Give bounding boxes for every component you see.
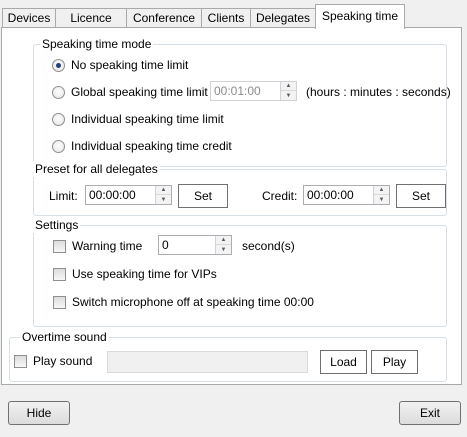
mic-off-checkbox[interactable] bbox=[53, 296, 66, 309]
warning-time-spinner[interactable]: ▲ ▼ bbox=[215, 236, 231, 254]
spin-up-icon[interactable]: ▲ bbox=[374, 186, 389, 195]
spin-down-icon[interactable]: ▼ bbox=[374, 195, 389, 204]
warning-time-value: 0 bbox=[162, 238, 169, 252]
time-units-label: (hours : minutes : seconds) bbox=[306, 85, 451, 99]
tab-strip: Devices Licence Conference Clients Deleg… bbox=[0, 4, 467, 29]
warning-time-unit: second(s) bbox=[242, 239, 295, 253]
credit-label: Credit: bbox=[262, 189, 298, 203]
limit-label: Limit: bbox=[49, 189, 78, 203]
set-limit-button[interactable]: Set bbox=[178, 184, 228, 208]
play-sound-checkbox[interactable] bbox=[14, 355, 27, 368]
tab-licence[interactable]: Licence bbox=[55, 8, 127, 28]
overtime-sound-group: Overtime sound Play sound Load Play bbox=[9, 329, 447, 382]
credit-spinner[interactable]: ▲ ▼ bbox=[373, 186, 389, 204]
radio-no-limit-label: No speaking time limit bbox=[71, 58, 189, 72]
preset-group: Preset for all delegates Limit: 00:00:00… bbox=[33, 161, 447, 216]
radio-global-limit-label: Global speaking time limit bbox=[71, 85, 208, 99]
radio-no-limit[interactable] bbox=[52, 59, 65, 72]
radio-individual-credit[interactable] bbox=[52, 140, 65, 153]
global-limit-spinner[interactable]: ▲ ▼ bbox=[280, 82, 296, 100]
spin-down-icon[interactable]: ▼ bbox=[156, 195, 171, 204]
warning-time-label: Warning time bbox=[72, 239, 143, 253]
set-credit-button[interactable]: Set bbox=[396, 184, 446, 208]
spin-up-icon[interactable]: ▲ bbox=[281, 82, 296, 91]
radio-individual-limit-label: Individual speaking time limit bbox=[71, 112, 224, 126]
limit-spinner[interactable]: ▲ ▼ bbox=[155, 186, 171, 204]
settings-group: Settings Warning time 0 ▲ ▼ second(s) Us… bbox=[33, 217, 447, 327]
radio-global-limit[interactable] bbox=[52, 86, 65, 99]
speaking-time-mode-group: Speaking time mode No speaking time limi… bbox=[33, 36, 451, 167]
limit-value: 00:00:00 bbox=[89, 188, 136, 202]
speaking-time-page: Speaking time mode No speaking time limi… bbox=[1, 27, 462, 385]
warning-time-input[interactable]: 0 ▲ ▼ bbox=[158, 235, 232, 255]
tab-delegates[interactable]: Delegates bbox=[250, 8, 316, 28]
play-button[interactable]: Play bbox=[371, 350, 418, 374]
speaking-time-mode-title: Speaking time mode bbox=[40, 36, 154, 52]
mic-off-label: Switch microphone off at speaking time 0… bbox=[72, 295, 314, 309]
global-limit-value: 00:01:00 bbox=[214, 84, 261, 98]
spin-up-icon[interactable]: ▲ bbox=[156, 186, 171, 195]
vip-checkbox[interactable] bbox=[53, 268, 66, 281]
sound-file-display bbox=[107, 351, 308, 373]
vip-label: Use speaking time for VIPs bbox=[72, 267, 217, 281]
tab-conference[interactable]: Conference bbox=[126, 8, 202, 28]
credit-value: 00:00:00 bbox=[307, 188, 354, 202]
spin-down-icon[interactable]: ▼ bbox=[281, 91, 296, 100]
spin-up-icon[interactable]: ▲ bbox=[216, 236, 231, 245]
radio-individual-limit[interactable] bbox=[52, 113, 65, 126]
hide-button[interactable]: Hide bbox=[8, 401, 70, 425]
play-sound-label: Play sound bbox=[33, 354, 93, 368]
preset-title: Preset for all delegates bbox=[33, 161, 160, 177]
warning-time-checkbox[interactable] bbox=[53, 240, 66, 253]
exit-button[interactable]: Exit bbox=[399, 401, 461, 425]
limit-input[interactable]: 00:00:00 ▲ ▼ bbox=[85, 185, 172, 205]
tab-devices[interactable]: Devices bbox=[2, 8, 56, 28]
overtime-sound-title: Overtime sound bbox=[20, 329, 109, 345]
load-button[interactable]: Load bbox=[320, 350, 367, 374]
tab-clients[interactable]: Clients bbox=[201, 8, 251, 28]
global-limit-input[interactable]: 00:01:00 ▲ ▼ bbox=[210, 81, 297, 101]
settings-title: Settings bbox=[33, 217, 81, 233]
spin-down-icon[interactable]: ▼ bbox=[216, 245, 231, 254]
radio-individual-credit-label: Individual speaking time credit bbox=[71, 139, 232, 153]
credit-input[interactable]: 00:00:00 ▲ ▼ bbox=[303, 185, 390, 205]
tab-speaking-time[interactable]: Speaking time bbox=[315, 4, 405, 29]
